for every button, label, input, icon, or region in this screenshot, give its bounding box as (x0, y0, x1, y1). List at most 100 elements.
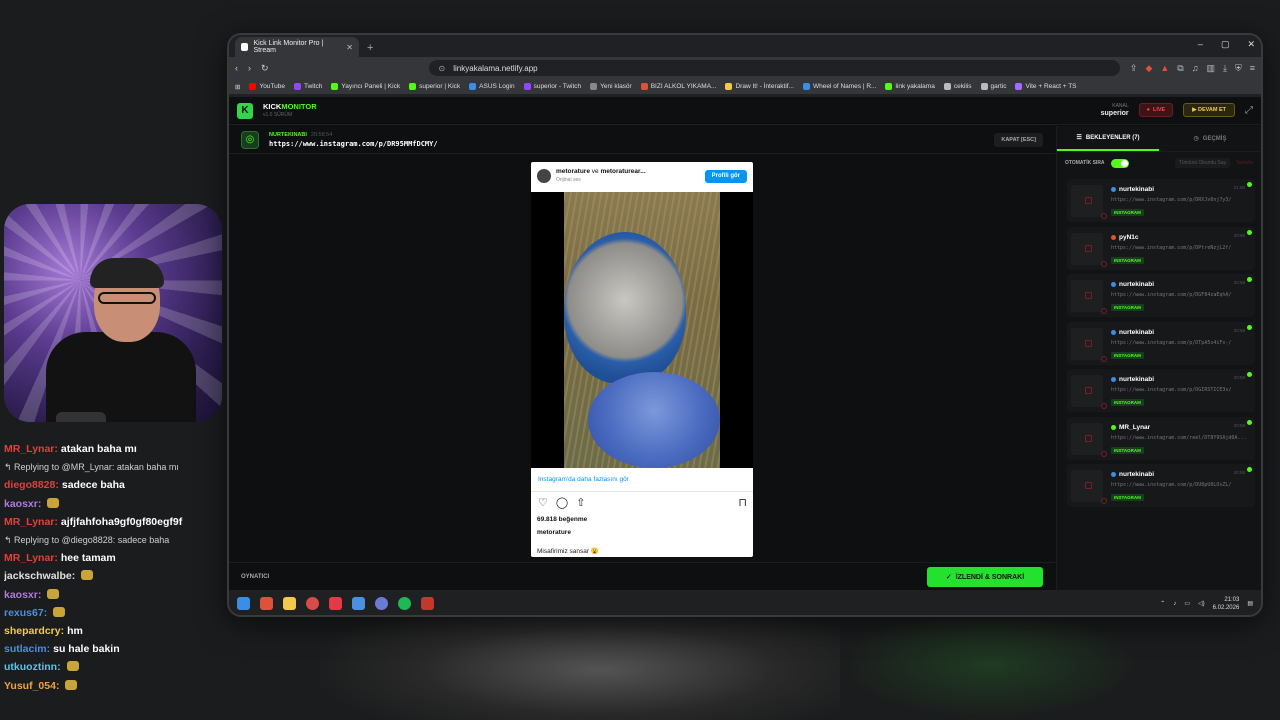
avatar[interactable] (537, 169, 551, 183)
share-icon[interactable]: ⇪ (1130, 63, 1138, 74)
post-video[interactable] (531, 192, 753, 468)
windows-start-icon[interactable] (237, 597, 250, 610)
auto-queue-toggle[interactable] (1110, 158, 1129, 168)
chat-username[interactable]: rexus67: (4, 607, 47, 619)
queue-item[interactable]: nurtekinabi https://www.instagram.com/p/D… (1067, 464, 1255, 507)
new-tab-icon[interactable]: + (367, 42, 373, 54)
menu-icon[interactable]: ≡ (1250, 63, 1255, 74)
chat-username[interactable]: kaosxr: (4, 589, 41, 601)
playlist-icon[interactable]: ♫ (1192, 63, 1199, 74)
queue-link[interactable]: https://www.instagram.com/p/DGIRSTICE3s/ (1111, 386, 1251, 395)
clock[interactable]: 21:03 6.02.2026 (1213, 596, 1240, 612)
continue-button[interactable]: ▶ DEVAM ET (1183, 103, 1235, 117)
bookmark-icon[interactable]: ⊓ (738, 496, 747, 509)
network-icon[interactable]: ▭ (1184, 600, 1190, 607)
app-icon-blue[interactable] (375, 597, 388, 610)
comment-icon[interactable]: ◯ (556, 496, 568, 509)
brave-browser-icon[interactable] (260, 597, 273, 610)
mark-all-read-button[interactable]: Tümünü Okundu Say (1174, 158, 1231, 168)
bookmark-item[interactable]: Wheel of Names | R... (802, 83, 876, 90)
chat-username[interactable]: utkuoztinn: (4, 661, 61, 673)
apps-icon[interactable]: ⊞ (235, 83, 240, 91)
chat-username[interactable]: MR_Lynar: (4, 552, 58, 564)
bookmark-item[interactable]: ASUS Login (469, 83, 515, 90)
view-profile-button[interactable]: Profili gör (704, 169, 747, 183)
mic-icon[interactable]: ♪ (1173, 601, 1176, 607)
app-icon-record[interactable] (329, 597, 342, 610)
maximize-icon[interactable]: ▢ (1221, 39, 1230, 50)
queue-item[interactable]: nurtekinabi https://www.instagram.com/p/D… (1067, 369, 1255, 412)
volume-icon[interactable]: ◁) (1198, 600, 1205, 607)
bookmark-item[interactable]: Vite + React + TS (1015, 83, 1077, 90)
queue-link[interactable]: https://www.instagram.com/p/DPtreNzjL2f/ (1111, 244, 1251, 253)
bookmark-item[interactable]: cekilis (943, 83, 972, 90)
tab-waiting[interactable]: ☰ BEKLEYENLER (7) (1057, 126, 1159, 151)
reply-icon: ↰ (4, 535, 15, 546)
bookmark-item[interactable]: Yeni klasör (590, 83, 632, 90)
queue-item[interactable]: pyN1c https://www.instagram.com/p/DPtreNz… (1067, 226, 1255, 270)
chat-username[interactable]: MR_Lynar: (4, 516, 58, 528)
forward-icon[interactable]: › (248, 63, 251, 73)
like-icon[interactable]: ♡ (538, 496, 548, 509)
reload-icon[interactable]: ↻ (261, 63, 269, 74)
app-icon-red[interactable] (306, 597, 319, 610)
tab-close-icon[interactable]: ✕ (346, 43, 353, 52)
window-close-icon[interactable]: ✕ (1247, 39, 1255, 50)
sidebar-icon[interactable]: ▥ (1206, 63, 1215, 74)
brave-shield-icon[interactable]: ◆ (1145, 63, 1152, 74)
queue-link[interactable]: https://www.instagram.com/reel/DT8Y9SAjd… (1111, 434, 1251, 443)
see-more-link[interactable]: Instagram'da daha fazlasını gör (531, 468, 753, 492)
bookmark-item[interactable]: gartic (980, 83, 1006, 90)
queue-link[interactable]: https://www.instagram.com/p/DRXJv6nj7y3/ (1111, 196, 1251, 205)
extensions-icon[interactable]: ⧉ (1177, 63, 1183, 74)
watched-next-button[interactable]: ✓ İZLENDİ & SONRAKİ (927, 567, 1043, 587)
site-info-icon[interactable]: ⊙ (439, 64, 446, 73)
chat-username[interactable]: diego8828: (4, 479, 59, 491)
chat-username[interactable]: kaosxr: (4, 498, 41, 510)
chat-username[interactable]: MR_Lynar: (4, 443, 58, 455)
browser-tab[interactable]: Kick Link Monitor Pro | Stream ✕ (235, 37, 359, 57)
chat-username[interactable]: Yusuf_054: (4, 680, 59, 692)
downloads-icon[interactable]: ⤓ (1223, 63, 1227, 74)
queue-link[interactable]: https://www.instagram.com/p/DGF84zaEqhA/ (1111, 291, 1251, 300)
vpn-icon[interactable]: ⛨ (1235, 63, 1242, 74)
queue-item[interactable]: nurtekinabi https://www.instagram.com/p/D… (1067, 179, 1255, 222)
post-coauthor[interactable]: metoraturear... (600, 168, 645, 175)
bookmark-item[interactable]: YouTube (249, 83, 285, 90)
app-icon-calendar[interactable] (421, 597, 434, 610)
notification-icon[interactable]: ▤ (1247, 600, 1253, 607)
tab-history[interactable]: ◷ GEÇMİŞ (1159, 126, 1261, 151)
chat-username[interactable]: sutlacim: (4, 643, 50, 655)
bookmark-item[interactable]: Draw It! - İnteraktif... (725, 83, 794, 90)
spotify-icon[interactable] (398, 597, 411, 610)
bookmark-item[interactable]: link yakalama (885, 83, 935, 90)
caption-user[interactable]: metorature (537, 529, 571, 536)
current-link[interactable]: https://www.instagram.com/p/DR95MMfDCMY/ (269, 140, 438, 149)
queue-item[interactable]: nurtekinabi https://www.instagram.com/p/D… (1067, 274, 1255, 317)
minimize-icon[interactable]: – (1198, 39, 1203, 50)
address-bar[interactable]: ⊙ linkyakalama.netlify.app (428, 60, 1120, 76)
back-icon[interactable]: ‹ (235, 63, 238, 73)
queue-time: 20:59 (1233, 375, 1245, 380)
share-post-icon[interactable]: ⇧ (576, 496, 585, 509)
queue-link[interactable]: https://www.instagram.com/p/DU8pU0LOsZL/ (1111, 481, 1251, 490)
queue-link[interactable]: https://www.instagram.com/p/DTpA5s4iFx-/ (1111, 339, 1251, 348)
live-badge[interactable]: ● LIVE (1138, 103, 1174, 117)
bookmark-item[interactable]: superior - Twitch (523, 83, 581, 90)
queue-item[interactable]: MR_Lynar https://www.instagram.com/reel/D… (1067, 416, 1255, 460)
chat-username[interactable]: shepardcry: (4, 625, 64, 637)
bookmark-item[interactable]: Yayıncı Paneli | Kick (331, 83, 400, 90)
history-toggle-icon[interactable]: ⤢ (1245, 105, 1253, 116)
bookmark-item[interactable]: superior | Kick (409, 83, 460, 90)
rewards-icon[interactable]: ▲ (1160, 63, 1169, 74)
file-explorer-icon[interactable] (283, 597, 296, 610)
queue-item[interactable]: nurtekinabi https://www.instagram.com/p/D… (1067, 321, 1255, 365)
chat-username[interactable]: jackschwalbe: (4, 570, 75, 582)
close-button[interactable]: KAPAT [ESC] (994, 133, 1043, 147)
bookmark-item[interactable]: BIZI ALKOL YIKAMA... (640, 83, 716, 90)
steam-icon[interactable] (352, 597, 365, 610)
clear-button[interactable]: Temizle (1236, 160, 1253, 166)
bookmark-item[interactable]: Twitch (294, 83, 322, 90)
post-author[interactable]: metorature (556, 168, 590, 175)
tray-chevron-icon[interactable]: ⌃ (1160, 600, 1165, 607)
